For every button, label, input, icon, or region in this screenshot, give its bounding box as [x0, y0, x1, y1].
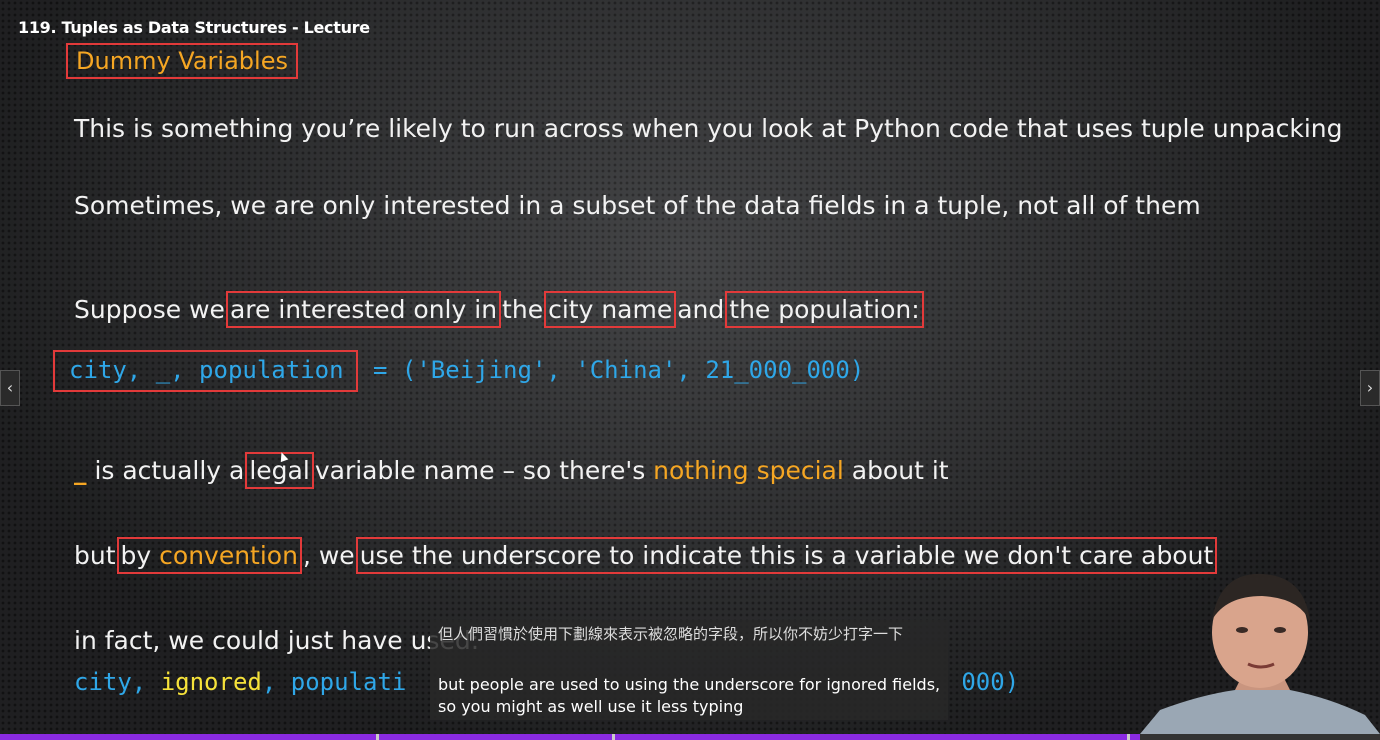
text-segment: and — [677, 295, 725, 324]
highlight-text: nothing special — [653, 456, 844, 485]
slide-heading: Dummy Variables — [66, 43, 298, 79]
slide-line-legal-variable: _ is actually a legal variable name – so t… — [74, 452, 949, 489]
presenter-webcam — [1140, 573, 1380, 734]
slide-line-in-fact: in fact, we could just have used: — [74, 626, 480, 655]
code-segment: = ('Beijing', 'China', 21_000_000) — [358, 356, 865, 384]
chapter-marker — [376, 734, 379, 740]
highlight-box: city name — [544, 291, 677, 328]
text-segment: variable name – so there's — [314, 456, 654, 485]
code-segment: 000) — [961, 668, 1020, 696]
code-segment: city, — [74, 668, 161, 696]
text-segment: but — [74, 541, 116, 570]
text-segment: about it — [843, 456, 949, 485]
highlight-box: use the underscore to indicate this is a… — [355, 537, 1218, 574]
code-example-underscore: city, _, population = ('Beijing', 'China… — [52, 350, 865, 392]
video-progress-fill[interactable] — [0, 734, 1140, 740]
underscore-symbol: _ — [74, 456, 87, 485]
code-segment: , populati — [261, 668, 407, 696]
slide-line-subset: Sometimes, we are only interested in a s… — [74, 191, 1201, 220]
highlight-box: are interested only in — [225, 291, 502, 328]
highlight-box: city, _, population — [53, 350, 358, 392]
highlight-text: convention — [159, 541, 298, 570]
highlight-box: by convention — [116, 537, 302, 574]
slide-line-tuple-unpacking: This is something you’re likely to run a… — [74, 114, 1343, 143]
code-segment-ignored: ignored — [160, 668, 262, 696]
subtitle-chinese: 但人們習慣於使用下劃線來表示被忽略的字段，所以你不妨少打字一下 — [438, 625, 904, 643]
slide-line-suppose: Suppose we are interested only in the city … — [74, 291, 925, 328]
lecture-title: 119. Tuples as Data Structures - Lecture — [18, 18, 370, 37]
subtitle-english: but people are used to using the undersc… — [438, 675, 941, 716]
highlight-box: the population: — [725, 291, 924, 328]
chapter-marker — [612, 734, 615, 740]
text-segment: , we — [302, 541, 355, 570]
previous-lecture-button[interactable]: ‹ — [0, 370, 20, 406]
text-segment: is actually a — [86, 456, 245, 485]
text-segment: the — [502, 295, 544, 324]
next-lecture-button[interactable]: › — [1360, 370, 1380, 406]
slide-line-convention: but by convention, we use the underscore t… — [74, 537, 1218, 574]
chapter-marker — [1127, 734, 1130, 740]
text-segment: by — [120, 541, 160, 570]
text-segment: Suppose we — [74, 295, 225, 324]
